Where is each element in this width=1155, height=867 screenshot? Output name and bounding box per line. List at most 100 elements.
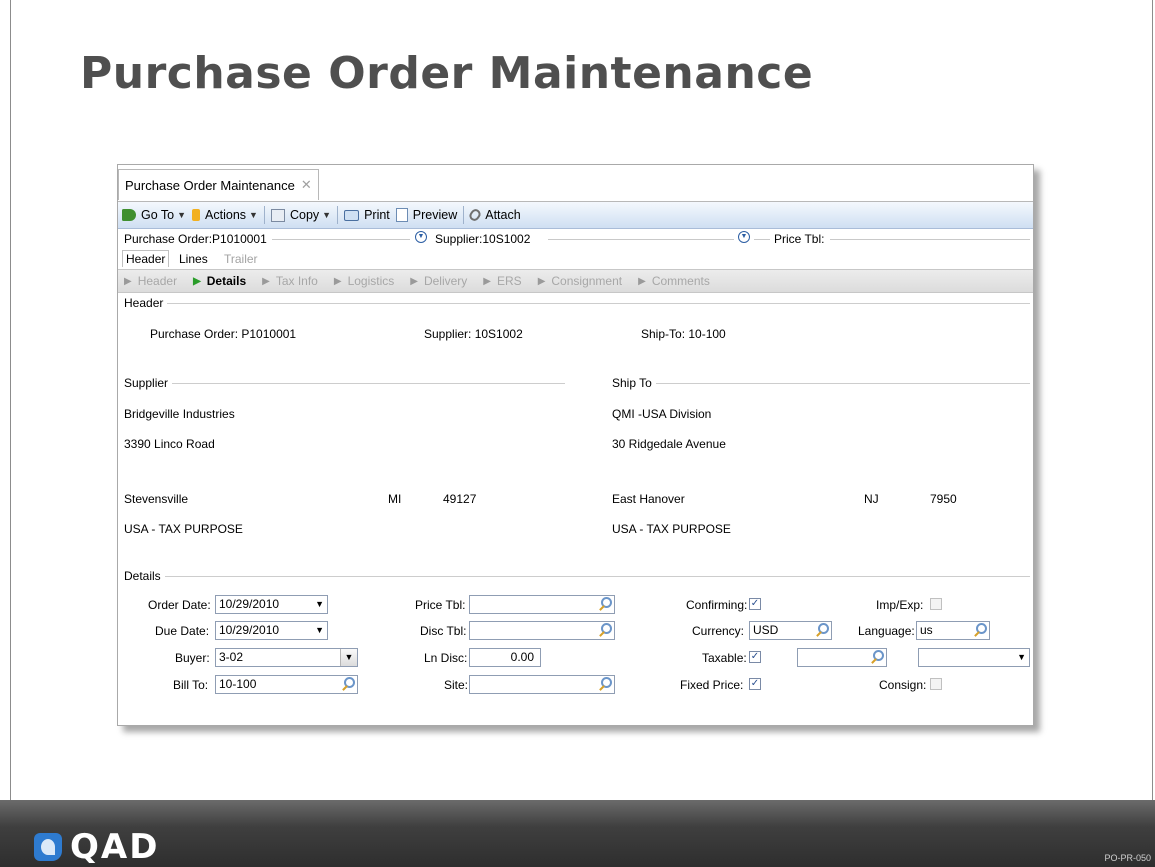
imp-exp-label: Imp/Exp: — [876, 598, 924, 612]
section-consignment[interactable]: ▶ Consignment — [538, 274, 622, 288]
qad-logo-icon — [34, 833, 62, 861]
bill-to-field[interactable]: 10-100 — [215, 675, 358, 694]
section-label: Comments — [651, 274, 710, 288]
imp-exp-checkbox[interactable] — [930, 598, 942, 610]
search-icon[interactable] — [601, 677, 612, 688]
goto-label: Go To — [141, 208, 175, 222]
shipto-zip: 7950 — [930, 492, 957, 506]
search-icon[interactable] — [344, 677, 355, 688]
bill-to-label: Bill To: — [173, 678, 209, 692]
price-table-key: Price Tbl: — [774, 232, 825, 246]
tax-class-field[interactable] — [797, 648, 887, 667]
site-field[interactable] — [469, 675, 615, 694]
section-details[interactable]: ▶ Details — [193, 274, 246, 288]
tab-purchase-order-maintenance[interactable]: Purchase Order Maintenance ✕ — [118, 169, 319, 200]
attach-label: Attach — [485, 208, 521, 222]
shipto-name: QMI -USA Division — [612, 407, 712, 421]
play-arrow-icon: ▶ — [333, 275, 342, 287]
chevron-down-icon: ▼ — [340, 649, 357, 666]
slide-title: Purchase Order Maintenance — [80, 48, 814, 99]
confirming-checkbox[interactable]: ✓ — [749, 598, 761, 610]
play-arrow-icon: ▶ — [262, 275, 270, 287]
copy-button[interactable]: Copy ▼ — [270, 208, 331, 222]
toolbar-divider — [337, 206, 339, 224]
section-label: Header — [137, 274, 178, 288]
header-po-value: Purchase Order: P1010001 — [150, 327, 297, 341]
subtabs: Header Lines Trailer — [118, 249, 1033, 269]
play-arrow-icon: ▶ — [124, 275, 132, 287]
price-tbl-field[interactable] — [469, 595, 615, 614]
search-icon[interactable] — [976, 623, 987, 634]
search-icon[interactable] — [601, 623, 612, 634]
expand-supplier-icon[interactable]: ▼ — [738, 231, 750, 243]
print-button[interactable]: Print — [344, 208, 390, 222]
ln-disc-field[interactable]: 0.00 — [469, 648, 541, 667]
supplier-group-label: Supplier — [124, 376, 173, 390]
section-navigator: ▶ Header ▶ Details ▶ Tax Info ▶ Logistics ▶ D… — [118, 269, 1033, 293]
chevron-down-icon: ▼ — [177, 210, 187, 220]
section-label: ERS — [497, 274, 522, 288]
expand-po-icon[interactable]: ▼ — [415, 231, 427, 243]
section-label: Consignment — [551, 274, 623, 288]
due-date-field[interactable]: 10/29/2010 ▼ — [215, 621, 328, 640]
section-header[interactable]: ▶ Header — [124, 274, 177, 288]
chevron-down-icon: ▼ — [1017, 652, 1026, 662]
section-ers[interactable]: ▶ ERS — [483, 274, 521, 288]
search-icon[interactable] — [818, 623, 829, 634]
form-body: Header Purchase Order: P1010001 Supplier… — [118, 293, 1033, 725]
currency-label: Currency: — [692, 624, 745, 638]
printer-icon — [344, 209, 360, 221]
actions-icon — [192, 209, 201, 221]
slide-code: PO-PR-050 — [1104, 853, 1151, 863]
preview-icon — [395, 208, 408, 222]
consign-label: Consign: — [879, 678, 927, 692]
language-field[interactable]: us — [916, 621, 990, 640]
preview-button[interactable]: Preview — [395, 208, 457, 222]
goto-button[interactable]: Go To ▼ — [122, 208, 186, 222]
supplier-zip: 49127 — [443, 492, 477, 506]
shipto-city: East Hanover — [612, 492, 685, 506]
buyer-select[interactable]: 3-02 ▼ — [215, 648, 358, 667]
tab-lines[interactable]: Lines — [179, 252, 208, 266]
tab-header[interactable]: Header — [122, 250, 170, 267]
toolbar-divider — [263, 206, 265, 224]
header-shipto-value: Ship-To: 10-100 — [641, 327, 726, 341]
actions-button[interactable]: Actions ▼ — [192, 208, 258, 222]
group-divider — [124, 383, 565, 384]
shipto-country: USA - TAX PURPOSE — [612, 522, 731, 536]
play-arrow-icon: ▶ — [483, 275, 491, 287]
qad-logo: QAD — [34, 827, 159, 867]
section-comments[interactable]: ▶ Comments — [638, 274, 710, 288]
logo-text: QAD — [70, 827, 160, 867]
play-arrow-icon: ▶ — [193, 275, 201, 287]
section-logistics[interactable]: ▶ Logistics — [334, 274, 394, 288]
document-tabstrip: Purchase Order Maintenance ✕ — [118, 165, 1033, 202]
chevron-down-icon: ▼ — [249, 210, 258, 220]
disc-tbl-label: Disc Tbl: — [420, 624, 467, 638]
tax-usage-select[interactable]: ▼ — [918, 648, 1030, 667]
section-label: Delivery — [423, 274, 468, 288]
taxable-checkbox[interactable]: ✓ — [749, 651, 761, 663]
fixed-price-checkbox[interactable]: ✓ — [749, 678, 761, 690]
tab-trailer[interactable]: Trailer — [224, 252, 258, 266]
key-fields-row: Purchase Order:P1010001 ▼ Supplier:10S10… — [118, 229, 1033, 249]
section-label: Logistics — [347, 274, 395, 288]
due-date-label: Due Date: — [155, 624, 210, 638]
group-divider — [124, 303, 1030, 304]
group-divider — [612, 383, 1030, 384]
search-icon[interactable] — [873, 650, 884, 661]
search-icon[interactable] — [601, 597, 612, 608]
currency-field[interactable]: USD — [749, 621, 832, 640]
disc-tbl-field[interactable] — [469, 621, 615, 640]
toolbar-divider — [463, 206, 465, 224]
section-label: Details — [206, 274, 247, 288]
supplier-name[interactable]: Bridgeville Industries — [124, 407, 235, 421]
close-icon[interactable]: ✕ — [301, 177, 312, 193]
section-delivery[interactable]: ▶ Delivery — [410, 274, 467, 288]
consign-checkbox[interactable] — [930, 678, 942, 690]
section-tax-info[interactable]: ▶ Tax Info — [262, 274, 318, 288]
order-date-field[interactable]: 10/29/2010 ▼ — [215, 595, 328, 614]
tab-label: Purchase Order Maintenance — [125, 177, 295, 193]
attach-button[interactable]: Attach — [467, 207, 521, 223]
shipto-group-label: Ship To — [612, 376, 656, 390]
